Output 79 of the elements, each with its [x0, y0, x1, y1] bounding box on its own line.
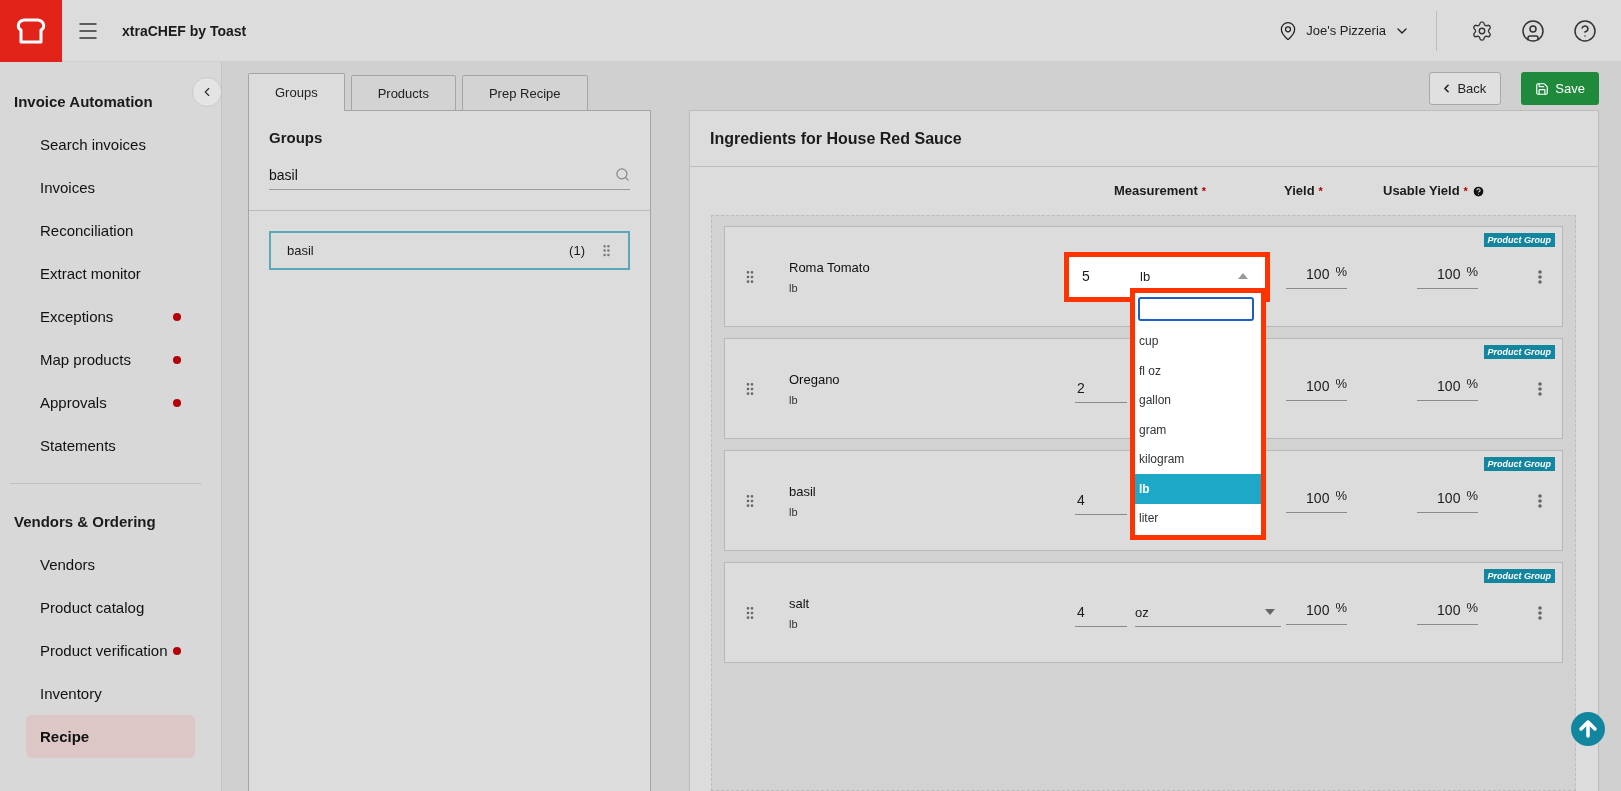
sidebar-item[interactable]: Product catalog	[26, 586, 195, 629]
ingredient-name: salt	[789, 595, 811, 611]
ingredient-unit: lb	[789, 281, 799, 294]
usable-yield-field[interactable]: 100 %	[1417, 484, 1478, 513]
sidebar-item[interactable]: Extract monitor	[26, 252, 195, 295]
sidebar-item[interactable]: Recipe	[26, 715, 195, 758]
sidebar-item[interactable]: Invoices	[26, 166, 195, 209]
sidebar-item[interactable]: Exceptions	[26, 295, 195, 338]
quantity-field[interactable]: 4	[1075, 486, 1127, 515]
sidebar-section-title: Invoice Automation	[13, 92, 154, 112]
dropdown-option[interactable]: fl oz	[1135, 356, 1261, 386]
product-group-tag: Product Group	[1483, 345, 1555, 359]
sidebar-item[interactable]: Vendors	[26, 543, 195, 586]
more-icon	[1537, 493, 1542, 508]
save-icon	[1535, 81, 1550, 96]
arrow-up-icon	[1578, 719, 1598, 739]
settings-icon	[1471, 19, 1493, 42]
panel-title: Ingredients for House Red Sauce	[690, 111, 1598, 167]
tab[interactable]: Prep Recipe	[461, 75, 588, 111]
profile-button[interactable]	[1521, 18, 1545, 43]
column-header: Measurement *	[1114, 182, 1207, 200]
sidebar-item[interactable]: Approvals	[26, 381, 195, 424]
more-icon	[1537, 381, 1542, 396]
help-icon	[1573, 18, 1597, 43]
location-selector[interactable]: Joe's Pizzeria	[1278, 20, 1436, 41]
help-button[interactable]	[1573, 18, 1597, 43]
help-icon[interactable]	[1471, 184, 1485, 198]
ingredient-name: basil	[789, 483, 817, 499]
panel-title: Groups	[268, 128, 324, 146]
search-field[interactable]: basil	[269, 160, 630, 190]
dropdown-option[interactable]: kilogram	[1135, 444, 1261, 474]
ingredient-name: Roma Tomato	[789, 259, 871, 275]
yield-field[interactable]: 100 %	[1286, 260, 1347, 289]
unit-select[interactable]: lb	[1140, 262, 1254, 291]
user-icon	[1521, 18, 1545, 43]
sidebar-item[interactable]: Statements	[26, 424, 195, 467]
group-count: (1)	[569, 243, 585, 258]
yield-field[interactable]: 100 %	[1286, 596, 1347, 625]
ingredient-unit: lb	[789, 505, 799, 518]
sidebar-item[interactable]: Search invoices	[26, 123, 195, 166]
back-button[interactable]: Back	[1429, 72, 1502, 105]
ingredient-unit: lb	[789, 617, 799, 630]
usable-yield-field[interactable]: 100 %	[1417, 372, 1478, 401]
dropdown-option[interactable]: gram	[1135, 415, 1261, 445]
dropdown-search-field[interactable]	[1138, 296, 1254, 321]
quantity-field[interactable]: 5	[1080, 262, 1132, 291]
product-group-tag: Product Group	[1483, 457, 1555, 471]
sidebar-item[interactable]: Reconciliation	[26, 209, 195, 252]
tab[interactable]: Products	[350, 75, 456, 111]
logo-icon[interactable]	[0, 0, 62, 62]
dropdown-option[interactable]: liter	[1135, 503, 1261, 533]
usable-yield-field[interactable]: 100 %	[1417, 260, 1478, 289]
usable-yield-field[interactable]: 100 %	[1417, 596, 1478, 625]
search-icon	[615, 167, 630, 182]
more-icon	[1537, 605, 1542, 620]
unit-select[interactable]: oz	[1135, 598, 1281, 627]
quantity-field[interactable]: 2	[1075, 374, 1127, 403]
group-item[interactable]: basil (1)	[269, 231, 630, 270]
group-name: basil	[287, 243, 315, 258]
quantity-field[interactable]: 4	[1075, 598, 1127, 627]
column-header: Usable Yield *	[1383, 182, 1485, 200]
sidebar-item[interactable]: Inventory	[26, 672, 195, 715]
dropdown-option[interactable]: cup	[1135, 326, 1261, 356]
product-group-tag: Product Group	[1483, 569, 1555, 583]
ingredient-name: Oregano	[789, 371, 841, 387]
settings-button[interactable]	[1471, 19, 1493, 42]
dropdown-option[interactable]: gallon	[1135, 385, 1261, 415]
sidebar-item[interactable]: Map products	[26, 338, 195, 381]
product-group-tag: Product Group	[1483, 233, 1555, 247]
sidebar-item[interactable]: Product verification	[26, 629, 195, 672]
more-icon	[1537, 269, 1542, 284]
yield-field[interactable]: 100 %	[1286, 484, 1347, 513]
sidebar-section-title: Vendors & Ordering	[13, 512, 157, 532]
tab[interactable]: Groups	[248, 73, 345, 111]
ingredient-unit: lb	[789, 393, 799, 406]
yield-field[interactable]: 100 %	[1286, 372, 1347, 401]
column-header: Yield *	[1284, 182, 1323, 200]
app-title: xtraCHEF by Toast	[122, 22, 247, 39]
save-button[interactable]: Save	[1521, 72, 1599, 105]
